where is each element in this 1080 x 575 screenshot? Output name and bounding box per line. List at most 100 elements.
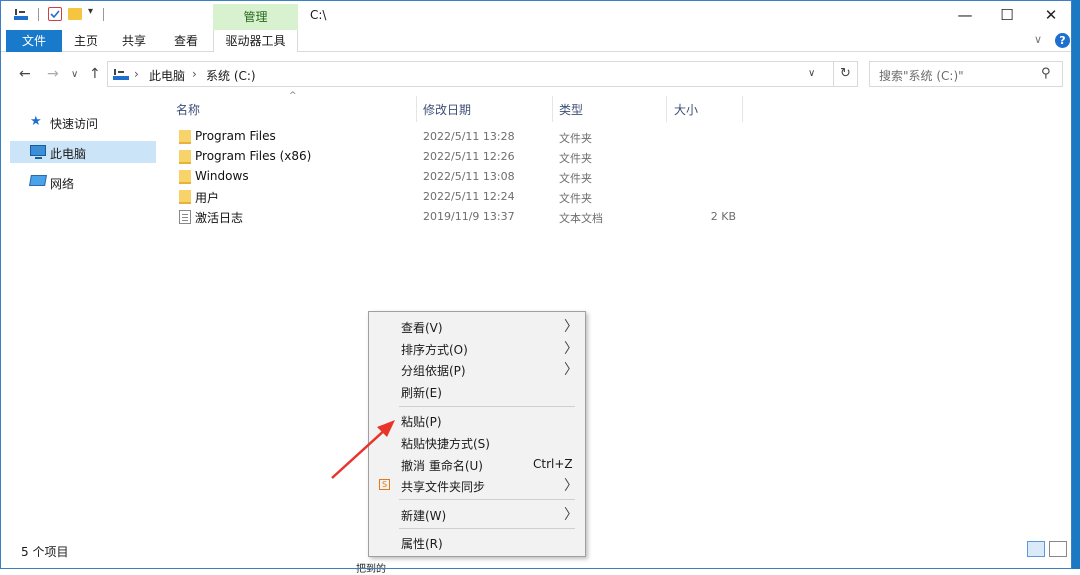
menu-item-shortcut: Ctrl+Z bbox=[533, 457, 573, 471]
file-row[interactable]: Windows 2022/5/11 13:08 文件夹 bbox=[160, 167, 760, 187]
column-header-type[interactable]: 类型 bbox=[559, 101, 583, 118]
large-icons-view-icon[interactable] bbox=[1049, 541, 1067, 557]
submenu-arrow-icon: 〉 bbox=[564, 507, 578, 523]
column-divider[interactable] bbox=[552, 96, 553, 122]
close-button[interactable]: ✕ bbox=[1028, 0, 1074, 30]
recent-locations-dropdown[interactable]: ∨ bbox=[71, 69, 78, 80]
quick-access-separator bbox=[103, 8, 104, 21]
menu-item-view[interactable]: 查看(V) 〉 bbox=[371, 316, 583, 336]
column-divider[interactable] bbox=[666, 96, 667, 122]
menu-item-shared-folder-sync[interactable]: S 共享文件夹同步 〉 bbox=[371, 475, 583, 495]
file-date: 2019/11/9 13:37 bbox=[423, 210, 515, 223]
tab-drive-tools[interactable]: 驱动器工具 bbox=[213, 30, 298, 52]
chevron-down-icon[interactable]: ∨ bbox=[808, 68, 815, 79]
breadcrumb-this-pc[interactable]: 此电脑 bbox=[149, 67, 185, 84]
breadcrumb-drive-c[interactable]: 系统 (C:) bbox=[206, 67, 256, 84]
context-menu: 查看(V) 〉 排序方式(O) 〉 分组依据(P) 〉 刷新(E) 粘贴(P) … bbox=[368, 311, 586, 557]
sidebar-item-network[interactable]: 网络 bbox=[10, 171, 156, 193]
file-name: Program Files (x86) bbox=[195, 149, 312, 163]
file-type: 文件夹 bbox=[559, 152, 592, 165]
address-bar[interactable]: › 此电脑 › 系统 (C:) ∨ bbox=[107, 61, 834, 87]
menu-separator bbox=[399, 528, 575, 529]
tab-file[interactable]: 文件 bbox=[6, 30, 62, 52]
sidebar-item-quick-access[interactable]: ★ 快速访问 bbox=[10, 111, 156, 133]
menu-item-label: 新建(W) bbox=[401, 509, 447, 523]
ribbon-tab-bar: 文件 主页 共享 查看 驱动器工具 ∨ ? bbox=[0, 30, 1072, 52]
computer-icon bbox=[30, 145, 46, 159]
sync-icon: S bbox=[379, 479, 390, 490]
column-divider[interactable] bbox=[416, 96, 417, 122]
computer-icon bbox=[113, 69, 129, 80]
sidebar-item-this-pc[interactable]: 此电脑 bbox=[10, 141, 156, 163]
search-input[interactable]: 搜索"系统 (C:)" ⚲ bbox=[869, 61, 1063, 87]
menu-item-label: 刷新(E) bbox=[401, 386, 442, 400]
file-name: 用户 bbox=[195, 191, 220, 205]
tab-view[interactable]: 查看 bbox=[166, 30, 206, 52]
menu-item-label: 查看(V) bbox=[401, 321, 443, 335]
help-icon[interactable]: ? bbox=[1055, 33, 1070, 48]
properties-icon[interactable] bbox=[14, 7, 28, 21]
file-date: 2022/5/11 12:26 bbox=[423, 150, 515, 163]
column-divider[interactable] bbox=[742, 96, 743, 122]
file-size: 2 KB bbox=[710, 210, 736, 223]
submenu-arrow-icon: 〉 bbox=[564, 341, 578, 357]
tab-home[interactable]: 主页 bbox=[66, 30, 106, 52]
menu-item-properties[interactable]: 属性(R) bbox=[371, 532, 583, 552]
menu-item-label: 撤消 重命名(U) bbox=[401, 459, 483, 473]
details-view-icon[interactable] bbox=[1027, 541, 1045, 557]
sidebar-item-label: 快速访问 bbox=[50, 117, 99, 131]
submenu-arrow-icon: 〉 bbox=[564, 319, 578, 335]
checkmark-icon[interactable] bbox=[48, 7, 62, 21]
file-row[interactable]: Program Files (x86) 2022/5/11 12:26 文件夹 bbox=[160, 147, 760, 167]
menu-item-paste-shortcut[interactable]: 粘贴快捷方式(S) bbox=[371, 432, 583, 452]
quick-access-separator bbox=[38, 8, 39, 21]
status-item-count: 5 个项目 bbox=[21, 545, 69, 559]
file-name: 激活日志 bbox=[195, 211, 244, 225]
menu-item-label: 共享文件夹同步 bbox=[401, 480, 486, 494]
menu-item-label: 排序方式(O) bbox=[401, 343, 468, 357]
folder-icon bbox=[179, 150, 191, 164]
forward-button[interactable]: → bbox=[47, 66, 59, 82]
menu-item-label: 粘贴快捷方式(S) bbox=[401, 437, 490, 451]
breadcrumb-separator[interactable]: › bbox=[134, 67, 139, 81]
file-type: 文件夹 bbox=[559, 132, 592, 145]
column-header-date[interactable]: 修改日期 bbox=[423, 101, 471, 118]
file-name: Windows bbox=[195, 169, 249, 183]
file-type: 文件夹 bbox=[559, 192, 592, 205]
up-button[interactable]: ↑ bbox=[89, 66, 101, 82]
menu-item-paste[interactable]: 粘贴(P) bbox=[371, 410, 583, 430]
menu-item-new[interactable]: 新建(W) 〉 bbox=[371, 504, 583, 524]
folder-icon bbox=[179, 190, 191, 204]
minimize-button[interactable]: — bbox=[942, 0, 988, 30]
menu-item-refresh[interactable]: 刷新(E) bbox=[371, 381, 583, 401]
sidebar-item-label: 网络 bbox=[50, 177, 75, 191]
breadcrumb-separator[interactable]: › bbox=[192, 67, 197, 81]
new-folder-icon[interactable] bbox=[68, 8, 82, 20]
window-title: C:\ bbox=[310, 8, 327, 22]
expand-ribbon-icon[interactable]: ∨ bbox=[1034, 33, 1042, 46]
file-row[interactable]: Program Files 2022/5/11 13:28 文件夹 bbox=[160, 127, 760, 147]
back-button[interactable]: ← bbox=[19, 66, 31, 82]
file-row[interactable]: 激活日志 2019/11/9 13:37 文本文档 2 KB bbox=[160, 207, 760, 227]
search-icon[interactable]: ⚲ bbox=[1041, 66, 1051, 81]
taskbar-peek-text: 把到的 bbox=[356, 564, 386, 575]
folder-icon bbox=[179, 130, 191, 144]
file-row[interactable]: 用户 2022/5/11 12:24 文件夹 bbox=[160, 187, 760, 207]
customize-toolbar-dropdown[interactable]: ▾ bbox=[88, 6, 93, 17]
menu-item-label: 属性(R) bbox=[401, 537, 443, 551]
manage-contextual-tab[interactable]: 管理 bbox=[213, 4, 298, 30]
sidebar-item-label: 此电脑 bbox=[50, 147, 87, 161]
maximize-button[interactable]: ☐ bbox=[984, 0, 1030, 30]
column-header-size[interactable]: 大小 bbox=[674, 101, 698, 118]
star-icon: ★ bbox=[30, 114, 42, 129]
sort-ascending-icon: ^ bbox=[289, 91, 297, 101]
menu-item-label: 粘贴(P) bbox=[401, 415, 442, 429]
folder-icon bbox=[179, 170, 191, 184]
menu-item-undo-rename[interactable]: 撤消 重命名(U) Ctrl+Z bbox=[371, 454, 583, 474]
menu-item-group-by[interactable]: 分组依据(P) 〉 bbox=[371, 359, 583, 379]
menu-item-sort-by[interactable]: 排序方式(O) 〉 bbox=[371, 338, 583, 358]
column-header-name[interactable]: 名称 bbox=[176, 101, 200, 118]
text-document-icon bbox=[179, 210, 191, 224]
refresh-button[interactable]: ↻ bbox=[834, 61, 858, 87]
tab-share[interactable]: 共享 bbox=[114, 30, 154, 52]
